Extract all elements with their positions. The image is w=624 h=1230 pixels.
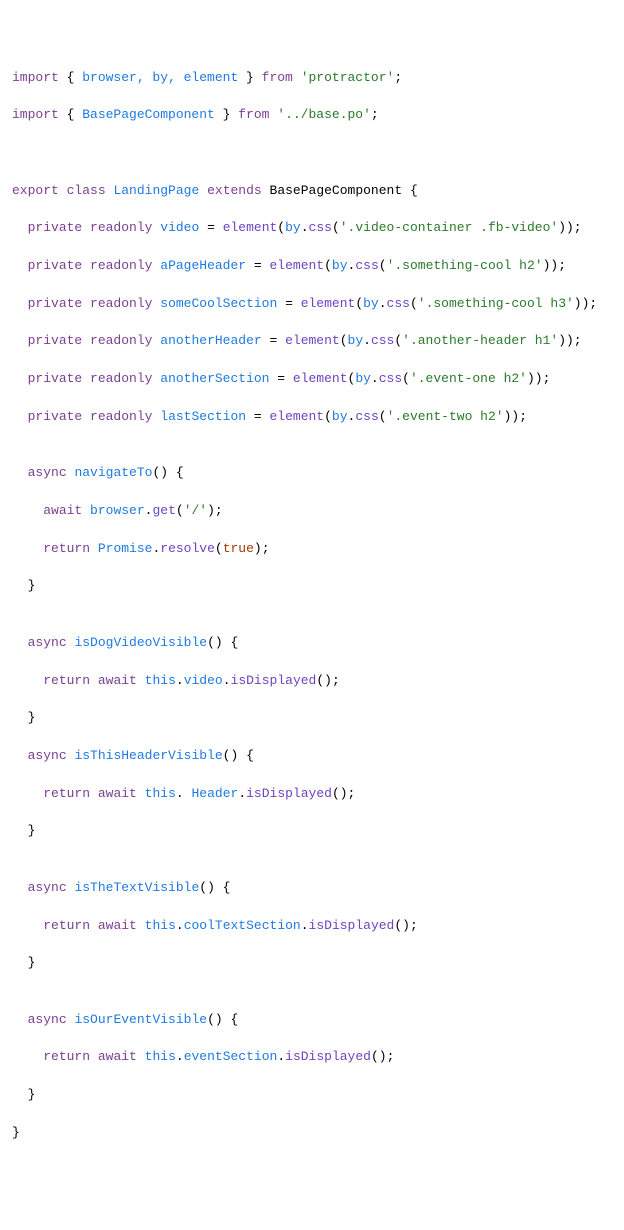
method-name: isTheTextVisible [74, 880, 199, 895]
keyword-return: return [43, 1049, 90, 1064]
fn-resolve: resolve [160, 541, 215, 556]
code-line: } [12, 1086, 612, 1105]
keyword-readonly: readonly [90, 220, 152, 235]
string-literal: '.event-one h2' [410, 371, 527, 386]
code-line: private readonly anotherHeader = element… [12, 332, 612, 351]
member-access: eventSection [184, 1049, 278, 1064]
code-line: async isThisHeaderVisible() { [12, 747, 612, 766]
member-access: coolTextSection [184, 918, 301, 933]
string-literal: '../base.po' [277, 107, 371, 122]
method-name: isThisHeaderVisible [74, 748, 222, 763]
keyword-return: return [43, 673, 90, 688]
base-class: BasePageComponent [270, 183, 403, 198]
keyword-this: this [145, 918, 176, 933]
fn-css: css [309, 220, 332, 235]
code-line: import { browser, by, element } from 'pr… [12, 69, 612, 88]
method-name: navigateTo [74, 465, 152, 480]
string-literal: '.something-cool h3' [418, 296, 574, 311]
fn-isdisplayed: isDisplayed [309, 918, 395, 933]
keyword-await: await [98, 786, 137, 801]
code-line: return await this.eventSection.isDisplay… [12, 1048, 612, 1067]
code-line: } [12, 1124, 612, 1143]
keyword-async: async [28, 635, 67, 650]
by-ref: by [285, 220, 301, 235]
string-literal: '.another-header h1' [402, 333, 558, 348]
keyword-from: from [238, 107, 269, 122]
property-name: aPageHeader [160, 258, 246, 273]
method-name: isDogVideoVisible [74, 635, 207, 650]
keyword-await: await [98, 1049, 137, 1064]
property-name: someCoolSection [160, 296, 277, 311]
string-literal: 'protractor' [301, 70, 395, 85]
code-line: } [12, 954, 612, 973]
keyword-this: this [145, 786, 176, 801]
property-name: video [160, 220, 199, 235]
keyword-async: async [28, 748, 67, 763]
keyword-async: async [28, 880, 67, 895]
fn-isdisplayed: isDisplayed [285, 1049, 371, 1064]
class-name: LandingPage [113, 183, 199, 198]
code-line: return await this.video.isDisplayed(); [12, 672, 612, 691]
code-line: return await this.coolTextSection.isDisp… [12, 917, 612, 936]
member-access: Header [192, 786, 239, 801]
keyword-await: await [43, 503, 82, 518]
code-line: private readonly anotherSection = elemen… [12, 370, 612, 389]
keyword-this: this [145, 673, 176, 688]
keyword-import: import [12, 70, 59, 85]
code-line: async isOurEventVisible() { [12, 1011, 612, 1030]
code-line: } [12, 709, 612, 728]
keyword-return: return [43, 541, 90, 556]
keyword-async: async [28, 1012, 67, 1027]
keyword-from: from [262, 70, 293, 85]
keyword-class: class [67, 183, 106, 198]
literal-true: true [223, 541, 254, 556]
code-line: import { BasePageComponent } from '../ba… [12, 106, 612, 125]
code-line: return await this. Header.isDisplayed(); [12, 785, 612, 804]
keyword-this: this [145, 1049, 176, 1064]
property-name: anotherSection [160, 371, 269, 386]
code-line: } [12, 577, 612, 596]
fn-isdisplayed: isDisplayed [231, 673, 317, 688]
code-line: async isDogVideoVisible() { [12, 634, 612, 653]
keyword-export: export [12, 183, 59, 198]
code-line: private readonly someCoolSection = eleme… [12, 295, 612, 314]
code-line: await browser.get('/'); [12, 502, 612, 521]
code-line: } [12, 822, 612, 841]
code-line: private readonly video = element(by.css(… [12, 219, 612, 238]
code-line: private readonly aPageHeader = element(b… [12, 257, 612, 276]
property-name: lastSection [160, 409, 246, 424]
keyword-return: return [43, 918, 90, 933]
method-name: isOurEventVisible [74, 1012, 207, 1027]
keyword-async: async [28, 465, 67, 480]
browser-ref: browser [90, 503, 145, 518]
string-literal: '.event-two h2' [387, 409, 504, 424]
string-literal: '.something-cool h2' [387, 258, 543, 273]
string-literal: '.video-container .fb-video' [340, 220, 558, 235]
string-literal: '/' [184, 503, 207, 518]
keyword-import: import [12, 107, 59, 122]
import-names: BasePageComponent [82, 107, 215, 122]
keyword-await: await [98, 673, 137, 688]
keyword-private: private [28, 220, 83, 235]
code-line: return Promise.resolve(true); [12, 540, 612, 559]
code-line: private readonly lastSection = element(b… [12, 408, 612, 427]
code-line: async isTheTextVisible() { [12, 879, 612, 898]
keyword-await: await [98, 918, 137, 933]
keyword-return: return [43, 786, 90, 801]
code-line: async navigateTo() { [12, 464, 612, 483]
code-block: import { browser, by, element } from 'pr… [12, 69, 612, 1143]
fn-isdisplayed: isDisplayed [246, 786, 332, 801]
promise-ref: Promise [98, 541, 153, 556]
import-names: browser, by, element [82, 70, 238, 85]
code-line: export class LandingPage extends BasePag… [12, 182, 612, 201]
fn-element: element [223, 220, 278, 235]
keyword-extends: extends [207, 183, 262, 198]
member-access: video [184, 673, 223, 688]
property-name: anotherHeader [160, 333, 261, 348]
fn-get: get [152, 503, 175, 518]
